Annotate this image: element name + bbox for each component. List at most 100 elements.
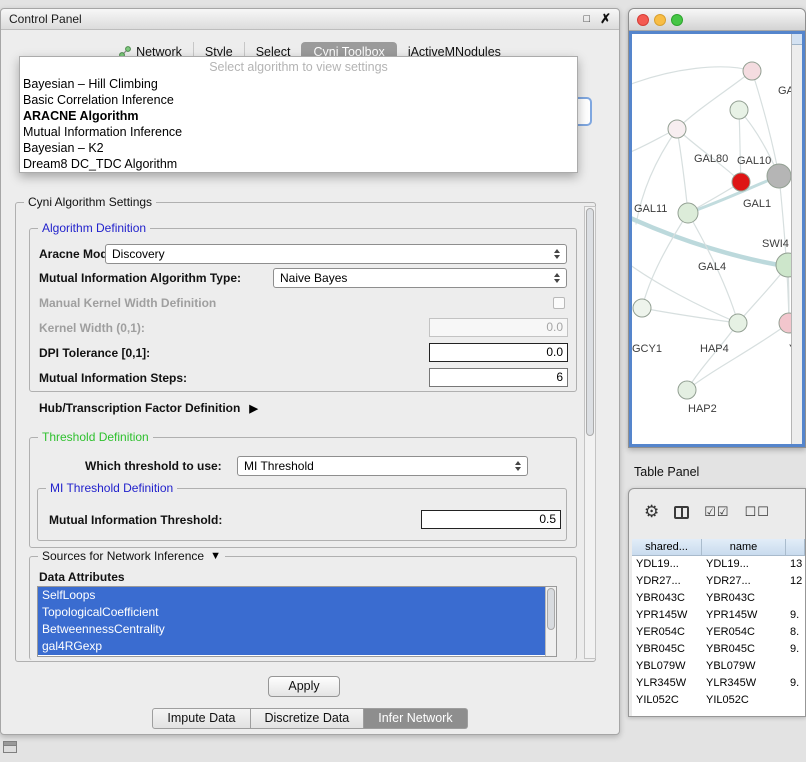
close-traffic-light-icon[interactable] bbox=[637, 14, 649, 26]
dropdown-item-aracne-selected[interactable]: ARACNE Algorithm bbox=[20, 108, 577, 124]
hub-definition-expander[interactable]: Hub/Transcription Factor Definition ▶ bbox=[39, 401, 258, 415]
table-cell: YLR345W bbox=[702, 675, 786, 692]
zoom-traffic-light-icon[interactable] bbox=[671, 14, 683, 26]
minimized-panel-icon[interactable] bbox=[3, 741, 17, 753]
node-label: HAP2 bbox=[688, 403, 717, 415]
table-cell: YER054C bbox=[702, 624, 786, 641]
table-cell: YLR345W bbox=[632, 675, 702, 692]
network-scrollbar-thumb[interactable] bbox=[792, 34, 802, 45]
dropdown-item-mutual-information[interactable]: Mutual Information Inference bbox=[20, 124, 577, 140]
close-icon[interactable]: ✗ bbox=[600, 11, 611, 27]
network-node-n5[interactable] bbox=[767, 164, 791, 188]
dpi-tolerance-value: 0.0 bbox=[546, 345, 563, 359]
threshold-definition-title: Threshold Definition bbox=[38, 430, 153, 444]
aracne-mode-select[interactable]: Discovery bbox=[105, 244, 567, 264]
settings-scrollbar-thumb[interactable] bbox=[586, 208, 594, 436]
table-row[interactable]: YBL079WYBL079W bbox=[632, 658, 805, 675]
mi-threshold-label: Mutual Information Threshold: bbox=[49, 513, 222, 527]
table-cell: 12 bbox=[786, 573, 805, 590]
table-row[interactable]: YLR345WYLR345W9. bbox=[632, 675, 805, 692]
table-row[interactable]: YBR043CYBR043C bbox=[632, 590, 805, 607]
mi-threshold-field[interactable]: 0.5 bbox=[421, 510, 561, 529]
deselect-all-icon[interactable]: ☐☐ bbox=[745, 504, 770, 520]
table-row[interactable]: YBR045CYBR045C9. bbox=[632, 641, 805, 658]
table-row[interactable]: YPR145WYPR145W9. bbox=[632, 607, 805, 624]
expand-right-arrow-icon: ▶ bbox=[249, 402, 257, 415]
network-node-n3[interactable] bbox=[668, 120, 686, 138]
list-item-betweennesscentrality[interactable]: BetweennessCentrality bbox=[38, 621, 546, 638]
dpi-tolerance-field[interactable]: 0.0 bbox=[429, 343, 568, 362]
table-row[interactable]: YDR27...YDR27...12 bbox=[632, 573, 805, 590]
table-cell: YBR045C bbox=[632, 641, 702, 658]
list-item-gal4rgexp[interactable]: gal4RGexp bbox=[38, 638, 546, 655]
table-panel-window: ⚙ ☑☑ ☐☐ shared... name YDL19...YDL19...1… bbox=[628, 488, 806, 717]
combo-arrows-icon bbox=[515, 461, 521, 471]
table-row[interactable]: YER054CYER054C8. bbox=[632, 624, 805, 641]
node-label: GAL1 bbox=[743, 198, 771, 210]
dropdown-item-dream8[interactable]: Dream8 DC_TDC Algorithm bbox=[20, 156, 577, 172]
titlebar-buttons: □ ✗ bbox=[583, 11, 611, 27]
network-edge[interactable] bbox=[632, 67, 752, 86]
mi-steps-field[interactable]: 6 bbox=[429, 368, 568, 387]
network-node-n8[interactable] bbox=[729, 314, 747, 332]
list-item-topologicalcoefficient[interactable]: TopologicalCoefficient bbox=[38, 604, 546, 621]
mi-threshold-group-title: MI Threshold Definition bbox=[46, 481, 177, 495]
manual-kernel-checkbox[interactable] bbox=[553, 297, 565, 309]
network-window-titlebar[interactable] bbox=[629, 9, 805, 31]
column-header-extra[interactable] bbox=[786, 539, 805, 555]
network-node-n4[interactable] bbox=[732, 173, 750, 191]
table-cell: YDL19... bbox=[632, 556, 702, 573]
table-cell: YBR045C bbox=[702, 641, 786, 658]
which-threshold-select[interactable]: MI Threshold bbox=[237, 456, 528, 476]
dropdown-item-bayesian-k2[interactable]: Bayesian – K2 bbox=[20, 140, 577, 156]
network-edge[interactable] bbox=[739, 110, 741, 182]
network-canvas[interactable]: GAL8GAL80GAL10GAL11GAL1SWI4GAL4GCY1HAP4Y… bbox=[629, 31, 805, 447]
dpi-tolerance-label: DPI Tolerance [0,1]: bbox=[39, 346, 150, 360]
network-edge[interactable] bbox=[687, 323, 738, 390]
minimize-traffic-light-icon[interactable] bbox=[654, 14, 666, 26]
tab-impute-data[interactable]: Impute Data bbox=[152, 708, 250, 729]
network-node-n11[interactable] bbox=[678, 381, 696, 399]
network-node-n6[interactable] bbox=[678, 203, 698, 223]
column-header-shared-name[interactable]: shared... bbox=[632, 539, 702, 555]
data-attributes-list: SelfLoops TopologicalCoefficient Between… bbox=[37, 586, 557, 657]
list-scrollbar-thumb[interactable] bbox=[547, 588, 555, 630]
list-item-selfloops[interactable]: SelfLoops bbox=[38, 587, 546, 604]
kernel-width-field[interactable]: 0.0 bbox=[429, 318, 568, 337]
network-node-n2[interactable] bbox=[730, 101, 748, 119]
table-cell bbox=[786, 658, 805, 675]
data-attributes-label: Data Attributes bbox=[39, 570, 125, 584]
network-edge[interactable] bbox=[642, 308, 738, 323]
mi-type-select[interactable]: Naive Bayes bbox=[273, 268, 567, 288]
tab-discretize-data[interactable]: Discretize Data bbox=[251, 708, 365, 729]
table-cell: YBL079W bbox=[702, 658, 786, 675]
control-panel-titlebar[interactable]: Control Panel □ ✗ bbox=[1, 9, 619, 30]
table-row[interactable]: YIL052CYIL052C bbox=[632, 692, 805, 709]
sources-group-title[interactable]: Sources for Network Inference ▼ bbox=[38, 549, 225, 563]
which-threshold-value: MI Threshold bbox=[244, 459, 511, 473]
settings-scrollbar[interactable] bbox=[584, 206, 596, 659]
select-all-icon[interactable]: ☑☑ bbox=[704, 504, 729, 520]
network-scrollbar[interactable] bbox=[791, 34, 802, 444]
dropdown-item-basic-correlation[interactable]: Basic Correlation Inference bbox=[20, 92, 577, 108]
dropdown-item-bayesian-hill-climbing[interactable]: Bayesian – Hill Climbing bbox=[20, 76, 577, 92]
float-window-icon[interactable]: □ bbox=[583, 13, 590, 25]
network-edge[interactable] bbox=[677, 71, 752, 129]
gear-icon[interactable]: ⚙ bbox=[644, 503, 659, 521]
control-panel-window: Control Panel □ ✗ Network Style Select C… bbox=[0, 8, 620, 735]
table-row[interactable]: YDL19...YDL19...13 bbox=[632, 556, 805, 573]
bottom-tab-bar: Impute Data Discretize Data Infer Networ… bbox=[1, 708, 619, 729]
which-threshold-label: Which threshold to use: bbox=[85, 459, 222, 473]
list-scrollbar[interactable] bbox=[545, 587, 556, 656]
columns-icon[interactable] bbox=[674, 506, 689, 519]
network-node-n1[interactable] bbox=[743, 62, 761, 80]
table-cell: YBL079W bbox=[632, 658, 702, 675]
table-cell: YBR043C bbox=[702, 590, 786, 607]
column-header-name[interactable]: name bbox=[702, 539, 786, 555]
network-edge[interactable] bbox=[687, 323, 789, 390]
network-edge[interactable] bbox=[677, 129, 688, 213]
mi-steps-value: 6 bbox=[556, 370, 563, 384]
network-node-n10[interactable] bbox=[633, 299, 651, 317]
tab-infer-network[interactable]: Infer Network bbox=[364, 708, 467, 729]
apply-button[interactable]: Apply bbox=[268, 676, 340, 697]
